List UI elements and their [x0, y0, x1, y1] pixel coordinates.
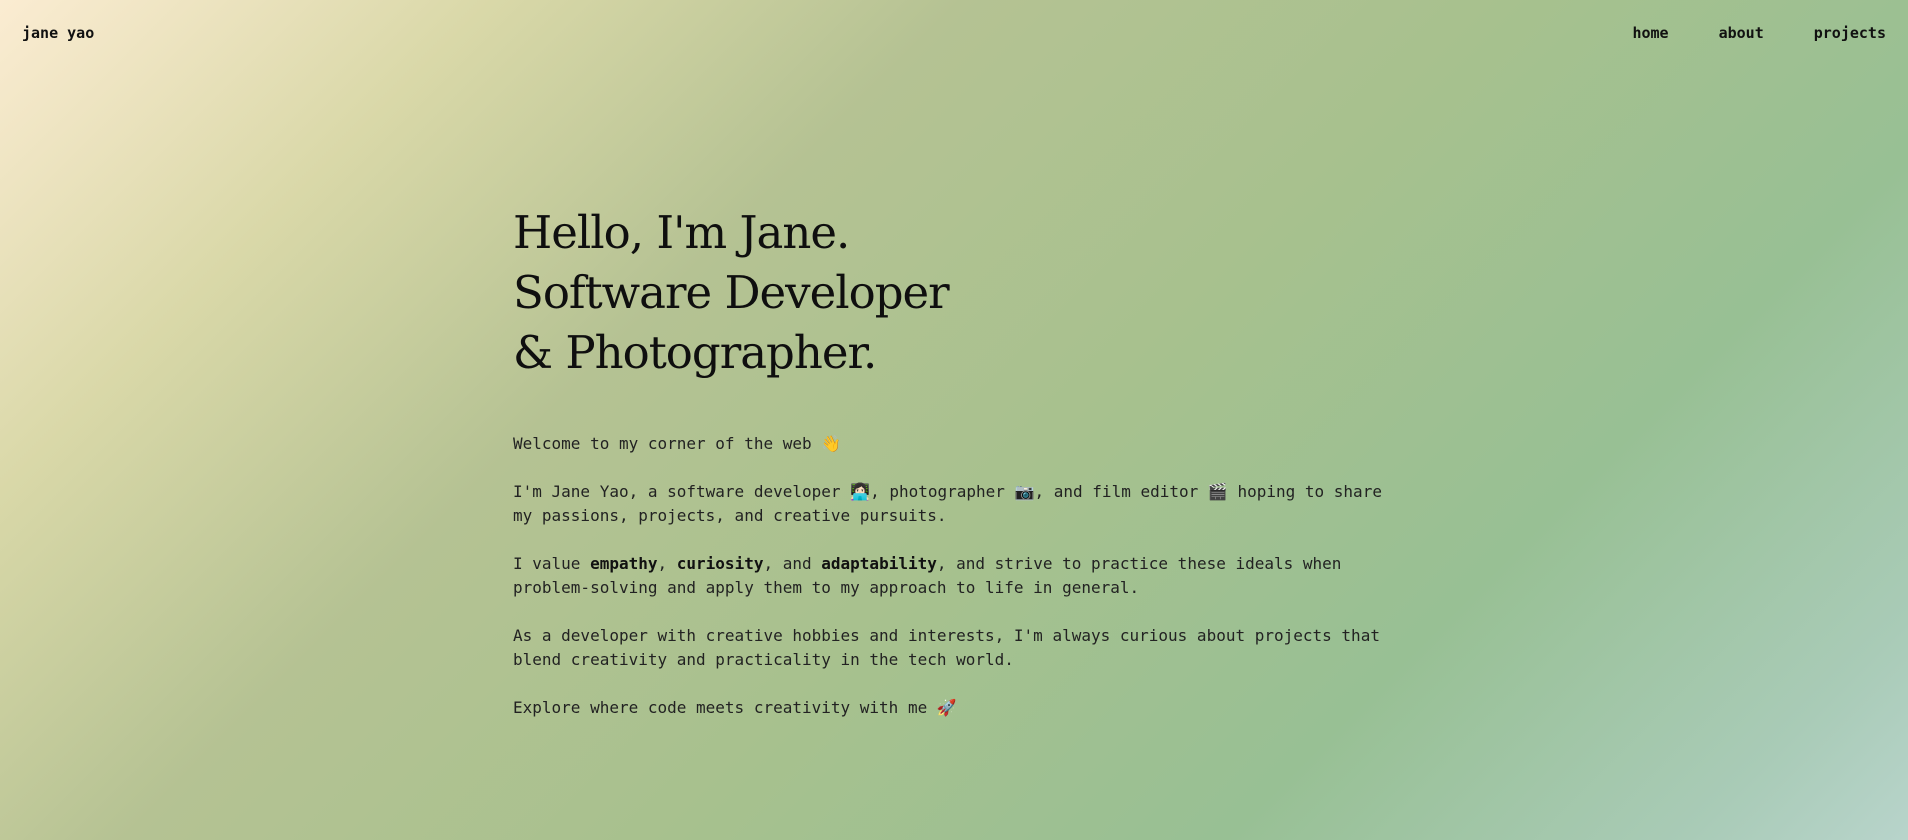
bio-paragraph: I'm Jane Yao, a software developer 👩🏻‍💻,…	[513, 480, 1393, 528]
clapper-board-icon: 🎬	[1207, 482, 1228, 501]
value-adaptability: adaptability	[821, 554, 937, 573]
bio-text-2: , photographer	[870, 482, 1005, 501]
welcome-text: Welcome to my corner of the web	[513, 434, 812, 453]
hero-line-greeting: Hello, I'm Jane.	[513, 206, 850, 259]
interests-paragraph: As a developer with creative hobbies and…	[513, 626, 1380, 669]
nav-projects[interactable]: projects	[1814, 24, 1886, 42]
main-nav: home about projects	[1632, 24, 1886, 42]
bio-text-3: , and film editor	[1034, 482, 1199, 501]
intro-text: Welcome to my corner of the web 👋 I'm Ja…	[513, 432, 1393, 720]
hero-headline: Hello, I'm Jane. Software Developer & Ph…	[513, 203, 1393, 383]
value-empathy: empathy	[590, 554, 658, 573]
nav-home[interactable]: home	[1632, 24, 1668, 42]
cta-paragraph: Explore where code meets creativity with…	[513, 696, 1393, 720]
hero-line-role-developer: Software Developer	[513, 266, 950, 319]
values-text-1: I value	[513, 554, 591, 573]
nav-about[interactable]: about	[1719, 24, 1764, 42]
value-curiosity: curiosity	[676, 554, 764, 573]
bio-text-1: I'm Jane Yao, a software developer	[513, 482, 841, 501]
site-logo[interactable]: jane yao	[22, 24, 94, 42]
technologist-icon: 👩🏻‍💻	[850, 482, 871, 501]
waving-hand-icon: 👋	[821, 434, 842, 453]
welcome-paragraph: Welcome to my corner of the web 👋	[513, 432, 1393, 456]
values-sep-2: , and	[763, 554, 822, 573]
values-paragraph: I value empathy, curiosity, and adaptabi…	[513, 552, 1393, 600]
camera-icon: 📷	[1014, 482, 1035, 501]
hero-line-role-photographer: & Photographer.	[513, 326, 877, 379]
values-sep-1: ,	[657, 554, 677, 573]
main-content: Hello, I'm Jane. Software Developer & Ph…	[513, 203, 1393, 744]
cta-text: Explore where code meets creativity with…	[513, 698, 928, 717]
rocket-icon: 🚀	[936, 698, 957, 717]
